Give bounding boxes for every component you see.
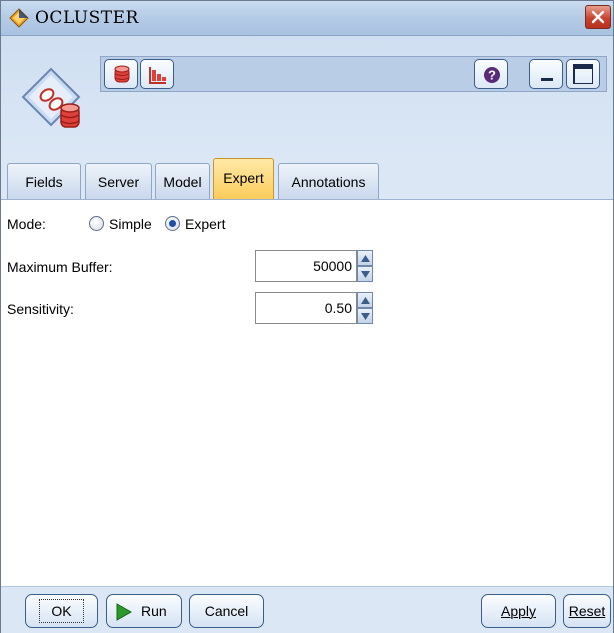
mode-simple-label[interactable]: Simple <box>109 216 152 232</box>
reset-button[interactable]: Reset <box>563 594 611 628</box>
mode-simple-radio[interactable] <box>89 216 104 231</box>
database-button[interactable] <box>104 59 138 89</box>
radio-selected-dot <box>169 220 176 227</box>
mode-label: Mode: <box>7 216 46 232</box>
mode-expert-label[interactable]: Expert <box>185 216 225 232</box>
max-buffer-decrement[interactable] <box>357 266 373 282</box>
apply-label: Apply <box>500 603 537 619</box>
help-icon: ? <box>484 67 500 83</box>
expert-panel: Mode: Simple Expert Maximum Buffer: 5000… <box>1 200 613 586</box>
run-button[interactable]: Run <box>106 594 182 628</box>
max-buffer-input[interactable]: 50000 <box>255 250 357 282</box>
tab-model[interactable]: Model <box>155 163 210 199</box>
run-play-icon <box>116 603 132 621</box>
reset-label: Reset <box>568 603 606 619</box>
max-buffer-increment[interactable] <box>357 250 373 266</box>
arrow-down-icon <box>361 271 370 278</box>
maximize-button[interactable] <box>566 59 600 89</box>
window-title: OCLUSTER <box>35 8 139 28</box>
arrow-up-icon <box>361 297 370 304</box>
sensitivity-input[interactable]: 0.50 <box>255 292 357 324</box>
run-label: Run <box>141 603 167 619</box>
apply-button[interactable]: Apply <box>481 594 556 628</box>
title-bar[interactable]: OCLUSTER <box>1 1 613 36</box>
toolbar: ? <box>100 56 607 92</box>
arrow-up-icon <box>361 255 370 262</box>
minimize-icon <box>541 78 553 81</box>
tab-expert[interactable]: Expert <box>213 158 274 199</box>
sensitivity-label: Sensitivity: <box>7 301 74 317</box>
sensitivity-spinner <box>357 292 373 324</box>
tab-bar: Fields Server Model Expert Annotations <box>1 157 613 200</box>
ok-button[interactable]: OK <box>25 594 98 628</box>
dialog-window: OCLUSTER ? Fields Server Model Expert An… <box>0 0 614 633</box>
arrow-down-icon <box>361 313 370 320</box>
max-buffer-spinner <box>357 250 373 282</box>
max-buffer-label: Maximum Buffer: <box>7 259 113 275</box>
tab-annotations[interactable]: Annotations <box>278 163 379 199</box>
minimize-button[interactable] <box>529 59 563 89</box>
tab-server[interactable]: Server <box>85 163 152 199</box>
cancel-button[interactable]: Cancel <box>189 594 264 628</box>
node-diamond-icon <box>9 8 29 28</box>
sensitivity-increment[interactable] <box>357 292 373 308</box>
database-icon <box>114 65 130 83</box>
close-icon <box>591 10 605 24</box>
svg-text:?: ? <box>488 68 496 83</box>
ocluster-node-icon <box>21 67 81 128</box>
close-button[interactable] <box>585 5 611 29</box>
mode-expert-radio[interactable] <box>165 216 180 231</box>
chart-button[interactable] <box>140 59 174 89</box>
bar-chart-icon <box>149 67 166 84</box>
maximize-icon <box>573 64 593 84</box>
dialog-header: ? <box>1 36 613 157</box>
dialog-footer: OK Run Cancel Apply Reset <box>1 586 613 633</box>
tab-fields[interactable]: Fields <box>7 163 81 199</box>
ok-label: OK <box>39 599 84 623</box>
sensitivity-decrement[interactable] <box>357 308 373 324</box>
help-button[interactable]: ? <box>474 59 508 89</box>
